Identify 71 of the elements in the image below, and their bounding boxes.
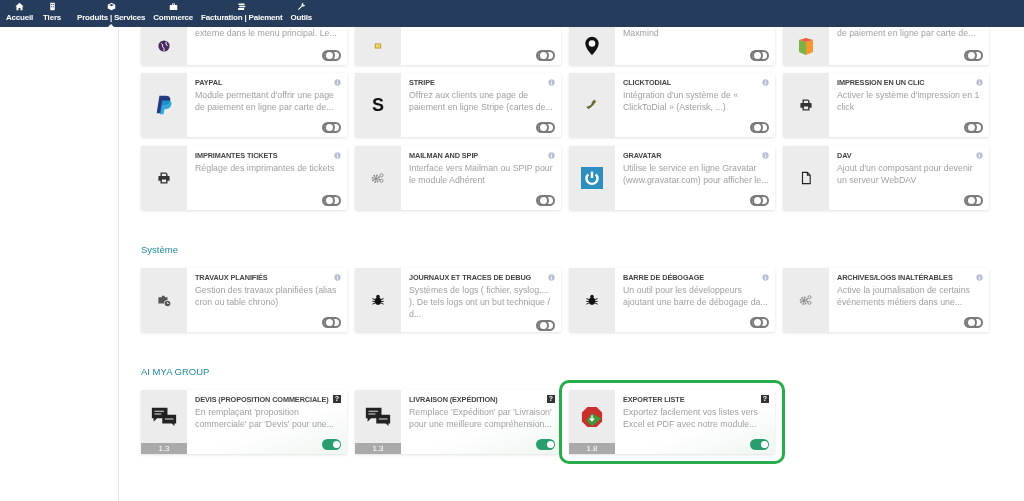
home-icon (15, 2, 25, 11)
chat-bubbles-icon (151, 406, 177, 427)
stripe-logo-icon: S (372, 96, 384, 114)
nav-tab[interactable]: Commerce (149, 0, 198, 27)
module-description: Ajout d'un composant pour devenir un serveur WebDAV (837, 162, 974, 186)
briefcase-icon (168, 2, 178, 11)
gears-icon (799, 293, 813, 307)
nav-tab[interactable]: Facturation | Paiement (197, 0, 287, 27)
module-toggle[interactable] (536, 122, 555, 133)
module-description: Interface vers Mailman ou SPIP pour le module Adhérent (409, 162, 554, 186)
module-toggle[interactable] (322, 195, 341, 206)
module-toggle[interactable] (750, 195, 769, 206)
building-icon (47, 2, 57, 11)
module-toggle[interactable] (536, 439, 555, 450)
nav-tab[interactable]: Tiers (39, 0, 66, 27)
nav-tab[interactable]: Outils (286, 0, 316, 27)
module-toggle[interactable] (322, 122, 341, 133)
cube-icon (106, 2, 116, 11)
module-description: Systèmes de logs ( fichier, syslog,... ). De tels logs ont un but technique / d... (409, 284, 551, 320)
module-description: Gestion des travaux planifiées (alias cron ou table chrono) (195, 284, 338, 308)
bug-icon (371, 293, 385, 307)
module-toggle[interactable] (964, 317, 983, 328)
nav-tab[interactable]: Accueil (2, 0, 38, 27)
module-description: externe dans le menu principal. Le... (195, 27, 338, 39)
coins-icon (237, 2, 247, 11)
nav-tab[interactable]: Produits | Services (73, 0, 150, 27)
file-icon (799, 171, 813, 185)
module-toggle[interactable] (750, 50, 769, 61)
phone-icon (585, 98, 599, 112)
module-toggle[interactable] (750, 122, 769, 133)
module-description: Intégration d'un système de « ClickToDial » (Asterisk, ...) (623, 89, 740, 113)
module-description: Réglage des imprimantes de tickets (195, 162, 336, 174)
pdf-export-icon (581, 405, 603, 428)
chat-bubbles-icon (365, 406, 391, 427)
power-icon (581, 167, 603, 189)
module-toggle[interactable] (322, 50, 341, 61)
version-label: 1.3 (141, 443, 187, 454)
module-description: Exportez facilement vos listes vers Excel et PDF avec notre module... (623, 406, 759, 430)
module-description: En remplaçant 'proposition commerciale' par 'Devis' pour une... (195, 406, 335, 430)
module-toggle[interactable] (322, 439, 341, 450)
wrench-icon (296, 2, 306, 11)
module-description: Maxmind (623, 27, 660, 39)
gears-icon (371, 171, 385, 185)
section-heading: Système (141, 244, 179, 257)
version-label: 1.3 (355, 443, 401, 454)
section-heading: AI MYA GROUP (141, 366, 211, 379)
module-toggle[interactable] (750, 317, 769, 328)
module-toggle[interactable] (536, 50, 555, 61)
module-description: Remplace 'Expédition' par 'Livraison' pour une meilleure compréhension... (409, 406, 553, 430)
module-description: Activer le système d'impression en 1 click (837, 89, 981, 113)
globe-icon (157, 39, 171, 53)
bug-icon (585, 293, 599, 307)
module-description: Offrez aux clients une page de paiement en ligne Stripe (cartes de... (409, 89, 554, 113)
module-toggle[interactable] (536, 320, 555, 331)
box-icon (796, 36, 816, 56)
module-description: Un outil pour les développeurs ajoutant une barre de débogage da... (623, 284, 769, 308)
module-toggle[interactable] (750, 439, 769, 450)
module-description: Active la journalisation de certains événements métiers dans une... (837, 284, 971, 308)
module-toggle[interactable] (536, 195, 555, 206)
printer-icon (799, 98, 813, 112)
version-label: 1.8 (569, 443, 615, 454)
module-toggle[interactable] (322, 317, 341, 328)
briefcase-clock-icon (157, 293, 171, 307)
module-description: de paiement en ligne par carte de... (837, 27, 977, 39)
module-description: Module permettant d'offrir une page de paiement en ligne par carte de... (195, 89, 335, 113)
location-pin-icon (582, 36, 602, 56)
module-toggle[interactable] (964, 50, 983, 61)
printer-icon (157, 171, 171, 185)
module-description: Utilise le service en ligne Gravatar (www.gravatar.com) pour afficher le... (623, 162, 769, 186)
module-toggle[interactable] (964, 195, 983, 206)
module-toggle[interactable] (964, 122, 983, 133)
